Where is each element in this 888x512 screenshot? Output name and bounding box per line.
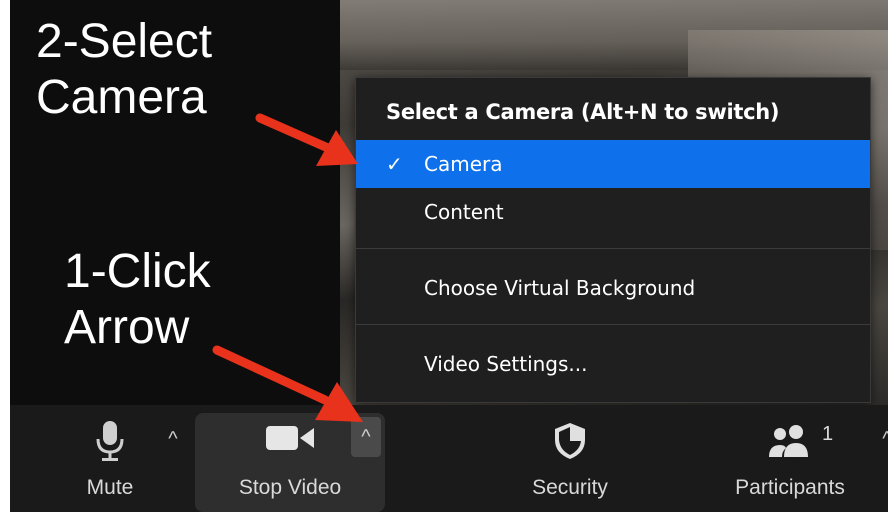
- shield-icon: [555, 423, 585, 459]
- microphone-icon: [96, 421, 124, 461]
- annotation-select-camera: 2-Select Camera: [36, 14, 212, 126]
- security-label: Security: [532, 476, 608, 499]
- checkmark-icon: ✓: [386, 152, 403, 176]
- annotation-click-arrow: 1-Click Arrow: [64, 244, 211, 356]
- annotation-text: 2-Select: [36, 15, 213, 68]
- zoom-meeting-window: 2-Select Camera 1-Click Arrow Select a C…: [10, 0, 888, 512]
- menu-item-label: Camera: [424, 152, 503, 176]
- red-arrow-icon: [255, 113, 358, 166]
- menu-divider: [356, 248, 870, 249]
- participants-options-caret-icon[interactable]: ^: [872, 419, 888, 459]
- annotation-text: Camera: [36, 71, 207, 124]
- mute-button[interactable]: Mute: [65, 405, 155, 512]
- annotation-text: 1-Click: [64, 245, 211, 298]
- meeting-toolbar: Mute ^ Stop Video ^ Security 1 Participa…: [10, 405, 888, 512]
- people-icon: [769, 425, 808, 457]
- menu-item-label: Video Settings...: [424, 352, 588, 376]
- menu-item-label: Content: [424, 200, 504, 224]
- menu-item-content[interactable]: Content: [356, 188, 870, 236]
- participants-label: Participants: [735, 476, 845, 499]
- mute-label: Mute: [86, 476, 134, 499]
- camera-select-menu: Select a Camera (Alt+N to switch) ✓ Came…: [355, 77, 871, 403]
- participants-count: 1: [822, 423, 834, 445]
- red-arrow-icon: [212, 345, 363, 422]
- menu-item-video-settings[interactable]: Video Settings...: [356, 340, 870, 388]
- annotation-text: Arrow: [64, 301, 190, 354]
- participants-button[interactable]: 1 Participants: [710, 405, 870, 512]
- menu-item-camera[interactable]: ✓ Camera: [356, 140, 870, 188]
- menu-divider: [356, 324, 870, 325]
- menu-item-virtual-background[interactable]: Choose Virtual Background: [356, 264, 870, 312]
- audio-options-caret-icon[interactable]: ^: [158, 419, 188, 459]
- security-button[interactable]: Security: [520, 405, 620, 512]
- stop-video-label: Stop Video: [238, 476, 342, 499]
- menu-header: Select a Camera (Alt+N to switch): [386, 100, 780, 124]
- menu-item-label: Choose Virtual Background: [424, 276, 696, 300]
